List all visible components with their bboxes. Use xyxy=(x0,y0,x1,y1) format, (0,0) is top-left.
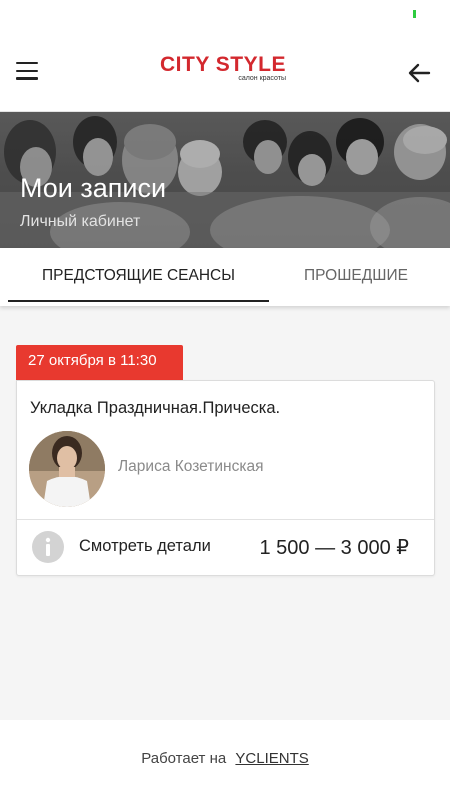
page-subtitle: Личный кабинет xyxy=(20,213,141,230)
logo: CITY STYLE салон красоты xyxy=(160,54,290,94)
app-bar: CITY STYLE салон красоты xyxy=(0,30,450,112)
yclients-link[interactable]: YCLIENTS xyxy=(235,750,308,767)
logo-subtitle: салон красоты xyxy=(238,75,286,82)
status-indicator xyxy=(413,10,416,18)
master-name: Лариса Козетинская xyxy=(118,458,264,475)
view-details-link[interactable]: Смотреть детали xyxy=(79,537,211,556)
arrow-back-icon[interactable] xyxy=(404,58,434,88)
menu-icon[interactable] xyxy=(16,62,42,82)
page-title: Мои записи xyxy=(20,173,167,203)
powered-by-label: Работает на xyxy=(141,750,227,767)
service-name: Укладка Праздничная.Прическа. xyxy=(30,399,281,417)
appointment-date-badge: 27 октября в 11:30 xyxy=(16,345,183,380)
info-icon[interactable] xyxy=(32,531,64,563)
price-range: 1 500 — 3 000 ₽ xyxy=(259,537,410,559)
status-bar xyxy=(0,0,450,30)
tab-past[interactable]: ПРОШЕДШИЕ xyxy=(270,248,442,306)
card-footer: Смотреть детали 1 500 — 3 000 ₽ xyxy=(17,520,434,576)
appointment-card[interactable]: Укладка Праздничная.Прическа. Лариса Коз… xyxy=(16,380,435,576)
hero-banner: Мои записи Личный кабинет xyxy=(0,112,450,248)
powered-by-footer: Работает на YCLIENTS xyxy=(0,720,450,800)
tab-upcoming[interactable]: ПРЕДСТОЯЩИЕ СЕАНСЫ xyxy=(8,248,269,306)
avatar xyxy=(29,431,105,507)
tab-bar: ПРЕДСТОЯЩИЕ СЕАНСЫ ПРОШЕДШИЕ xyxy=(0,248,450,306)
tab-active-indicator xyxy=(8,300,269,302)
logo-title: CITY STYLE xyxy=(160,53,286,76)
